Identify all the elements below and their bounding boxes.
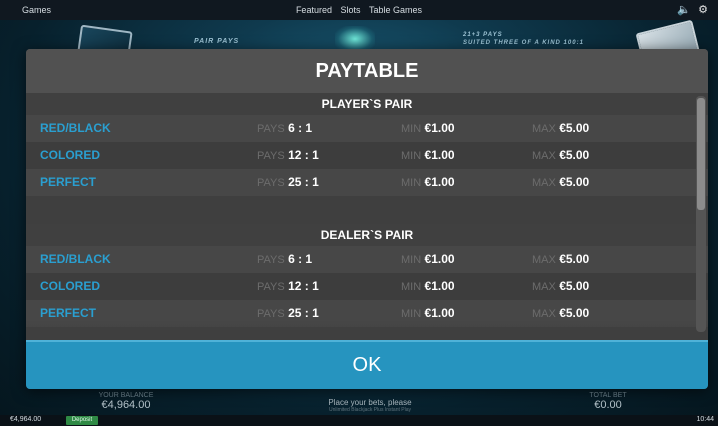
- min-value: €1.00: [424, 121, 455, 135]
- max-value: €5.00: [559, 306, 590, 320]
- max-label: MAX: [532, 281, 556, 293]
- max-label: MAX: [532, 177, 556, 189]
- pays-value: 12 : 1: [288, 148, 319, 162]
- max-label: MAX: [532, 308, 556, 320]
- pays-cell: PAYS 25 : 1: [257, 169, 319, 197]
- gear-icon[interactable]: ⚙: [698, 4, 708, 16]
- total-bet-display: TOTAL BET €0.00: [578, 392, 638, 411]
- scrollbar-thumb[interactable]: [697, 98, 705, 210]
- pays-cell: PAYS 25 : 1: [257, 300, 319, 328]
- pays-label: PAYS: [257, 177, 285, 189]
- table-row: PERFECT PAYS 25 : 1 MIN €1.00 MAX €5.00: [26, 169, 708, 196]
- pays-value: 6 : 1: [288, 252, 313, 266]
- row-name: RED/BLACK: [40, 252, 111, 266]
- pays-label: PAYS: [257, 123, 285, 135]
- speaker-icon[interactable]: 🔈: [677, 4, 691, 16]
- total-bet-label: TOTAL BET: [589, 392, 627, 399]
- min-value: €1.00: [424, 279, 455, 293]
- min-cell: MIN €1.00: [401, 115, 455, 143]
- balance-display: YOUR BALANCE €4,964.00: [90, 392, 162, 411]
- pays-cell: PAYS 6 : 1: [257, 115, 312, 143]
- max-cell: MAX €5.00: [532, 273, 589, 301]
- min-label: MIN: [401, 254, 422, 266]
- max-cell: MAX €5.00: [532, 142, 589, 170]
- row-name: RED/BLACK: [40, 121, 111, 135]
- pays-value: 12 : 1: [288, 279, 319, 293]
- place-bets-message: Place your bets, please: [328, 398, 412, 407]
- min-label: MIN: [401, 308, 422, 320]
- pays-cell: PAYS 12 : 1: [257, 273, 319, 301]
- section-title-players-pair: PLAYER`S PAIR: [26, 93, 708, 115]
- scrollbar[interactable]: [696, 96, 706, 332]
- max-cell: MAX €5.00: [532, 115, 589, 143]
- max-value: €5.00: [559, 252, 590, 266]
- topbar-icons: 🔈 ⚙: [673, 3, 708, 16]
- min-value: €1.00: [424, 306, 455, 320]
- total-bet-value: €0.00: [594, 399, 622, 411]
- table-row: RED/BLACK PAYS 6 : 1 MIN €1.00 MAX €5.00: [26, 115, 708, 142]
- row-name: PERFECT: [40, 175, 97, 189]
- pays-cell: PAYS 12 : 1: [257, 142, 319, 170]
- pair-pays-label: PAIR PAYS: [194, 38, 240, 45]
- bottom-bar: €4,964.00 Deposit 10:44: [0, 415, 718, 426]
- row-name: PERFECT: [40, 306, 97, 320]
- sidebet-subtitle: SUITED THREE OF A KIND 100:1: [463, 40, 584, 46]
- pays-value: 25 : 1: [288, 306, 319, 320]
- game-name: Unlimited Blackjack Plus Instant Play: [329, 407, 411, 413]
- table-row: PERFECT PAYS 25 : 1 MIN €1.00 MAX €5.00: [26, 300, 708, 327]
- min-value: €1.00: [424, 175, 455, 189]
- min-label: MIN: [401, 177, 422, 189]
- nav-featured[interactable]: Featured: [296, 5, 332, 15]
- row-name: COLORED: [40, 279, 100, 293]
- max-value: €5.00: [559, 121, 590, 135]
- sidebet-title: 21+3 PAYS: [463, 32, 503, 38]
- bet-message: Place your bets, please Unlimited Blackj…: [290, 398, 450, 413]
- deposit-button[interactable]: Deposit: [66, 416, 98, 425]
- pays-value: 6 : 1: [288, 121, 313, 135]
- table-row: RED/BLACK PAYS 6 : 1 MIN €1.00 MAX €5.00: [26, 246, 708, 273]
- max-label: MAX: [532, 254, 556, 266]
- paytable-scroll-area[interactable]: PLAYER`S PAIR RED/BLACK PAYS 6 : 1 MIN €…: [26, 93, 708, 340]
- min-label: MIN: [401, 123, 422, 135]
- pays-cell: PAYS 6 : 1: [257, 246, 312, 274]
- nav-table-games[interactable]: Table Games: [369, 5, 422, 15]
- max-value: €5.00: [559, 148, 590, 162]
- pays-value: 25 : 1: [288, 175, 319, 189]
- pays-label: PAYS: [257, 254, 285, 266]
- ok-button[interactable]: OK: [26, 340, 708, 389]
- min-label: MIN: [401, 150, 422, 162]
- table-row: COLORED PAYS 12 : 1 MIN €1.00 MAX €5.00: [26, 142, 708, 169]
- min-cell: MIN €1.00: [401, 273, 455, 301]
- min-value: €1.00: [424, 148, 455, 162]
- modal-title: PAYTABLE: [26, 49, 708, 93]
- table-row: COLORED PAYS 12 : 1 MIN €1.00 MAX €5.00: [26, 273, 708, 300]
- pays-label: PAYS: [257, 308, 285, 320]
- max-cell: MAX €5.00: [532, 300, 589, 328]
- pays-label: PAYS: [257, 150, 285, 162]
- min-cell: MIN €1.00: [401, 300, 455, 328]
- max-label: MAX: [532, 150, 556, 162]
- paytable-modal: PAYTABLE PLAYER`S PAIR RED/BLACK PAYS 6 …: [26, 49, 708, 389]
- min-label: MIN: [401, 281, 422, 293]
- max-label: MAX: [532, 123, 556, 135]
- max-cell: MAX €5.00: [532, 246, 589, 274]
- min-cell: MIN €1.00: [401, 169, 455, 197]
- min-cell: MIN €1.00: [401, 246, 455, 274]
- balance-label: YOUR BALANCE: [98, 392, 154, 399]
- top-menu-bar: Games Featured Slots Table Games 🔈 ⚙: [0, 0, 718, 20]
- nav-slots[interactable]: Slots: [340, 5, 360, 15]
- pays-label: PAYS: [257, 281, 285, 293]
- category-nav: Featured Slots Table Games: [0, 5, 718, 15]
- bottom-balance: €4,964.00: [10, 416, 42, 423]
- clock: 10:44: [696, 416, 714, 423]
- max-cell: MAX €5.00: [532, 169, 589, 197]
- max-value: €5.00: [559, 279, 590, 293]
- section-title-dealers-pair: DEALER`S PAIR: [26, 224, 708, 246]
- balance-value: €4,964.00: [101, 399, 151, 411]
- section-spacer: [26, 196, 708, 224]
- row-name: COLORED: [40, 148, 100, 162]
- min-value: €1.00: [424, 252, 455, 266]
- min-cell: MIN €1.00: [401, 142, 455, 170]
- max-value: €5.00: [559, 175, 590, 189]
